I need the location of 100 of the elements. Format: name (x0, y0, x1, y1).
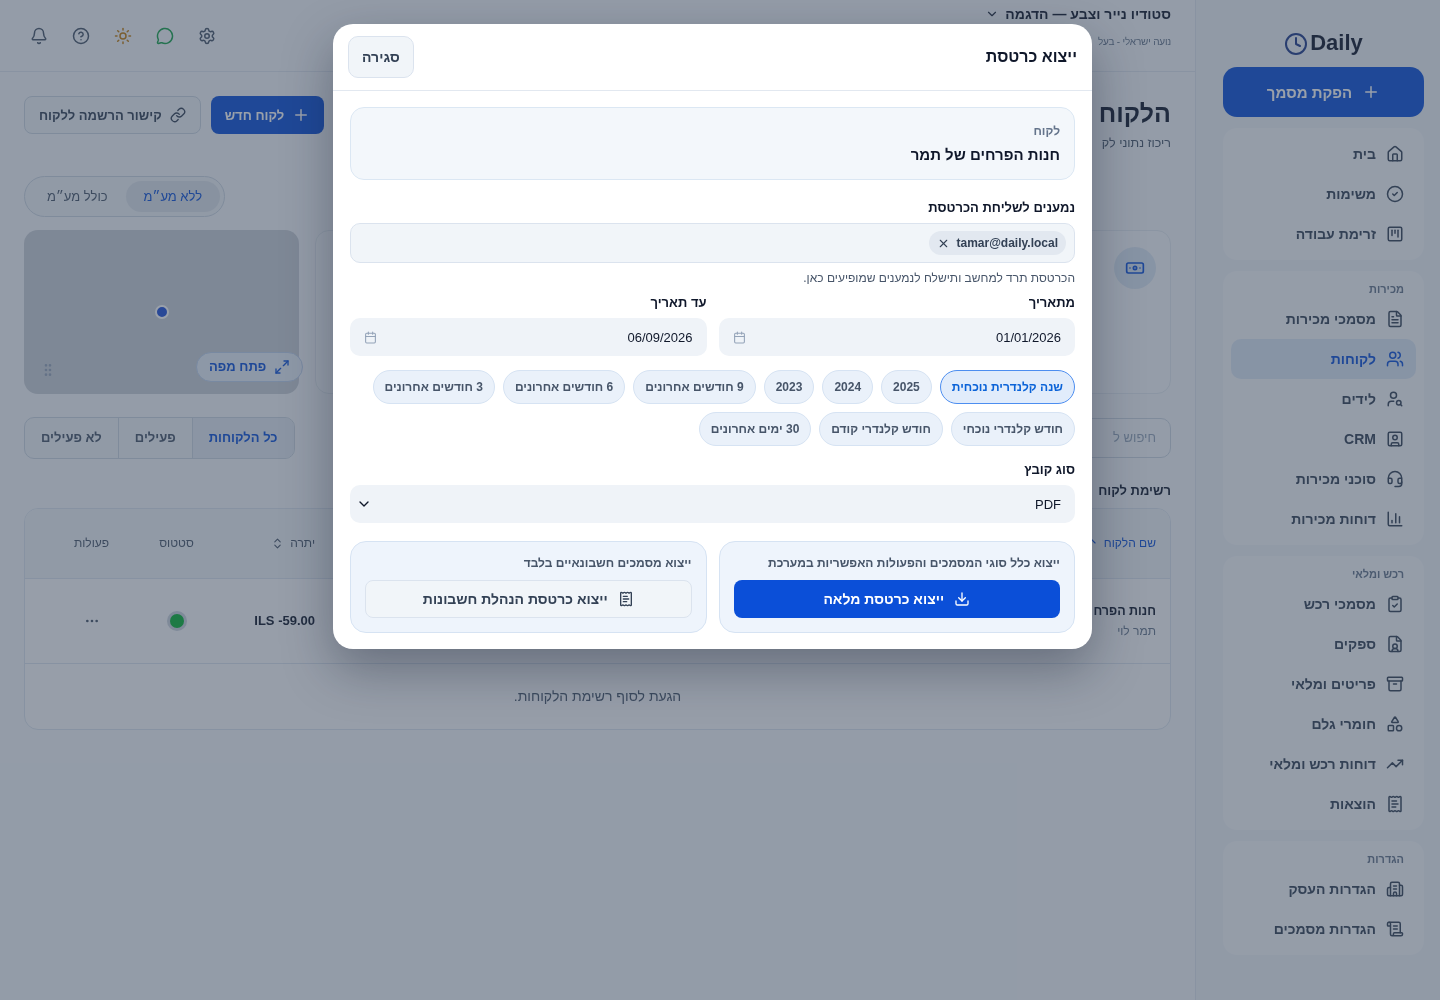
nav-item[interactable]: לקוחות (1231, 339, 1416, 379)
close-button[interactable]: סגירה (348, 36, 414, 78)
signup-link-button[interactable]: קישור הרשמה ללקוח (24, 96, 201, 134)
bell-icon[interactable] (30, 26, 48, 45)
calendar-icon (364, 330, 377, 344)
date-preset-chip[interactable]: 9 חודשים אחרונים (633, 370, 756, 404)
recipient-chip: tamar@daily.local (929, 231, 1066, 255)
new-customer-button[interactable]: לקוח חדש (210, 96, 325, 134)
export-description: ייצוא מסמכים חשבונאיים בלבד (522, 556, 692, 570)
contact-name: תמר לוי (1117, 623, 1156, 638)
users-icon (1386, 350, 1404, 368)
page-subtitle: ריכוז נתוני לק (1100, 135, 1171, 150)
customer-name: חנות הפרחים של תמר (910, 146, 1060, 163)
open-map-button[interactable]: פתח מפה (196, 351, 304, 382)
dialog-title: ייצוא כרטסת (985, 48, 1077, 66)
customer-name: חנות הפרח (1093, 603, 1156, 618)
file-type-label: סוג קובץ (1023, 462, 1075, 477)
date-preset-chip[interactable]: חודש קלנדרי קודם (819, 412, 943, 446)
chat-icon[interactable] (156, 26, 174, 45)
calendar-icon (732, 330, 746, 344)
export-description: ייצוא כלל סוגי המסמכים והפעולות האפשריות במערכת (767, 556, 1060, 570)
vat-option[interactable]: כולל מע״מ (29, 180, 126, 212)
sun-icon[interactable] (114, 26, 132, 45)
accounting-export-button[interactable]: ייצוא כרטסת הנהלת חשבונות (365, 580, 692, 618)
bar-chart-icon (1386, 510, 1404, 528)
expand-icon (274, 358, 291, 375)
filter-tab[interactable]: פעילים (118, 417, 193, 458)
column-header: פעולות (73, 536, 110, 550)
recipients-field[interactable]: tamar@daily.local (350, 223, 1075, 263)
end-of-list-note: הגעת לסוף רשימת הלקוחות. (513, 688, 682, 704)
nav-item[interactable]: מסמכי מכירות (1231, 299, 1416, 339)
date-preset-chip[interactable]: 2023 (763, 370, 815, 404)
date-preset-chip[interactable]: שנה קלנדרית נוכחית (939, 370, 1075, 404)
help-icon[interactable] (72, 26, 90, 45)
nav-group-title: רכש ומלאי (1350, 567, 1405, 582)
link-icon (169, 107, 186, 123)
shapes-icon (1386, 715, 1404, 733)
settings-icon[interactable] (198, 26, 216, 45)
date-preset-chip[interactable]: 30 ימים אחרונים (698, 412, 812, 446)
create-document-button[interactable]: הפקת מסמך (1223, 67, 1424, 117)
nav-item[interactable]: לידים (1231, 379, 1416, 419)
user-name: נועה ישראלי - בעל (1097, 36, 1171, 47)
nav-item[interactable]: מסמכי רכש (1231, 584, 1416, 624)
filter-tab[interactable]: כל הלקוחות (192, 417, 294, 458)
nav-item[interactable]: CRM (1231, 419, 1416, 459)
archive-icon (1386, 675, 1404, 693)
column-header[interactable]: יתרה (271, 536, 315, 550)
nav-item[interactable]: משימות (1231, 174, 1416, 214)
download-icon (954, 591, 971, 607)
check-circle-icon (1386, 185, 1404, 203)
balance-cell: ILS -59.00 (254, 613, 315, 628)
receipt-icon (1386, 795, 1404, 813)
nav-item[interactable]: הוצאות (1231, 784, 1416, 824)
user-search-icon (1386, 390, 1404, 408)
building-icon (1386, 880, 1404, 898)
headset-icon (1386, 470, 1404, 488)
nav-item[interactable]: דוחות רכש ומלאי (1231, 744, 1416, 784)
clipboard-check-icon (1386, 595, 1404, 613)
scroll-icon (1386, 920, 1404, 938)
banknote-icon (1114, 246, 1156, 289)
date-preset-chip[interactable]: 3 חודשים אחרונים (372, 370, 495, 404)
column-header: סטטוס (159, 536, 194, 550)
recipients-label: נמענים לשליחת הכרטסת (927, 200, 1075, 215)
date-preset-chip[interactable]: חודש קלנדרי נוכחי (950, 412, 1075, 446)
nav-item[interactable]: בית (1231, 134, 1416, 174)
nav-item[interactable]: פריטים ומלאי (1231, 664, 1416, 704)
nav-item[interactable]: הגדרות מסמכים (1231, 909, 1416, 949)
date-preset-chip[interactable]: 2024 (822, 370, 874, 404)
nav-item[interactable]: חומרי גלם (1231, 704, 1416, 744)
nav-item[interactable]: זרימת עבודה (1231, 214, 1416, 254)
from-date-label: מתאריך (1027, 295, 1075, 310)
nav-group-title: הגדרות (1366, 852, 1405, 867)
list-title: רשימת לקוח (1098, 482, 1171, 498)
house-icon (1386, 145, 1404, 163)
map-marker-icon (154, 304, 169, 319)
kanban-icon (1386, 225, 1404, 243)
nav-item[interactable]: דוחות מכירות (1231, 499, 1416, 539)
nav-item[interactable]: הגדרות העסק (1231, 869, 1416, 909)
from-date-field[interactable]: 01/01/2026 (718, 318, 1075, 356)
customer-label: לקוח (1033, 124, 1060, 138)
to-date-field[interactable]: 06/09/2026 (350, 318, 707, 356)
vat-option[interactable]: ללא מע״מ (125, 180, 221, 212)
document-icon (1386, 310, 1404, 328)
filter-tab[interactable]: לא פעילים (25, 417, 119, 458)
user-document-icon (1386, 635, 1404, 653)
nav-group-title: מכירות (1368, 282, 1405, 297)
nav-item[interactable]: ספקים (1231, 624, 1416, 664)
file-type-select[interactable]: PDF (350, 485, 1075, 523)
recipients-hint: הכרטסת תרד למחשב ותישלח לנמענים שמופיעים כאן. (802, 271, 1075, 285)
to-date-label: עד תאריך (649, 295, 707, 310)
date-preset-chip[interactable]: 6 חודשים אחרונים (502, 370, 626, 404)
clock-logo-icon (1284, 32, 1309, 56)
full-export-button[interactable]: ייצוא כרטסת מלאה (733, 580, 1060, 618)
page-title: הלקוח (1098, 100, 1171, 128)
date-preset-chip[interactable]: 2025 (881, 370, 932, 404)
logo: Daily (1310, 30, 1363, 56)
receipt-icon (617, 591, 634, 607)
nav-item[interactable]: סוכני מכירות (1231, 459, 1416, 499)
business-name: סטודיו נייר וצבע — הדגמה (1005, 6, 1171, 22)
contact-card-icon (1386, 430, 1404, 448)
